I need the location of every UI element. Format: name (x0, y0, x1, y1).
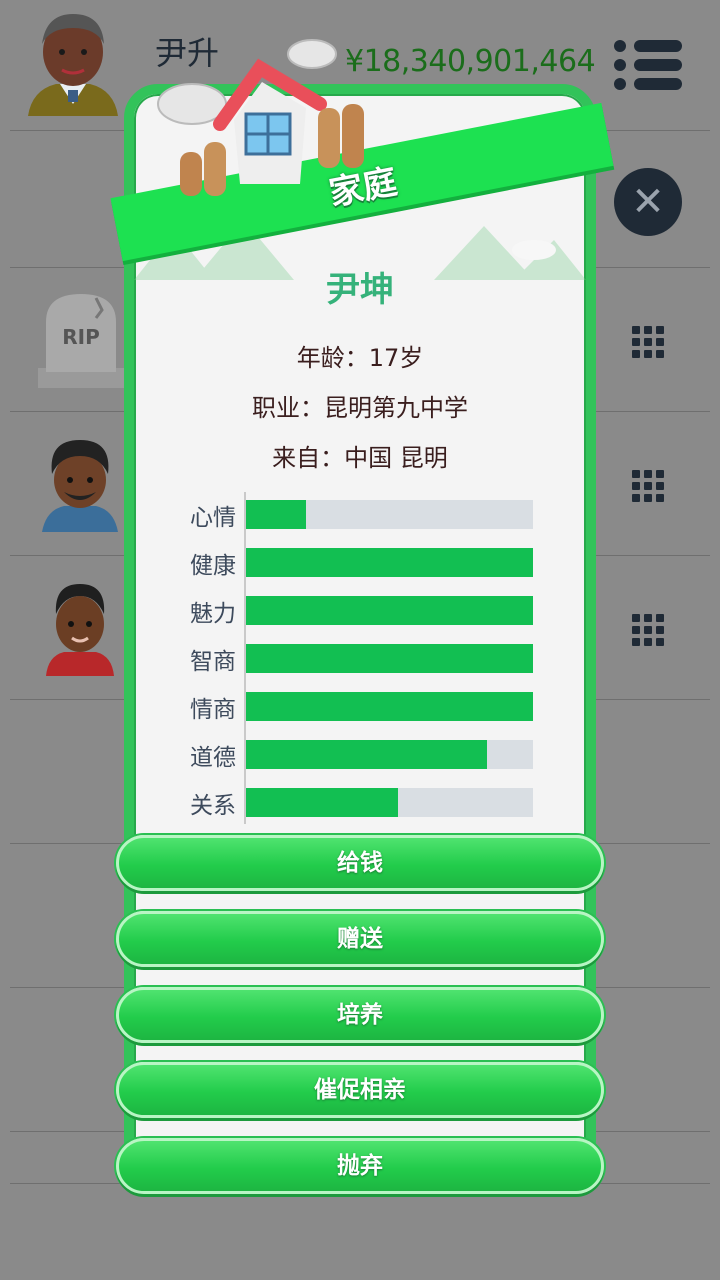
stat-label: 魅力 (190, 601, 236, 627)
stat-fill (246, 740, 488, 769)
gift-button[interactable]: 赠送 (116, 911, 604, 967)
stat-track (246, 692, 533, 721)
job-line: 职业：昆明第九中学 (252, 394, 468, 422)
stat-fill (246, 644, 533, 673)
give-money-button[interactable]: 给钱 (116, 835, 604, 891)
stat-row: 关系 (134, 780, 586, 820)
stat-track (246, 596, 533, 625)
stat-row: 智商 (134, 636, 586, 676)
stats-chart: 心情 健康 魅力 智商 情商 道德 关系 (134, 492, 586, 832)
stat-track (246, 788, 533, 817)
grid-icon[interactable] (630, 612, 666, 648)
stat-row: 魅力 (134, 588, 586, 628)
stat-fill (246, 548, 533, 577)
grid-icon[interactable] (630, 468, 666, 504)
menu-icon[interactable] (612, 38, 684, 92)
stat-fill (246, 692, 533, 721)
stat-row: 健康 (134, 540, 586, 580)
nurture-button[interactable]: 培养 (116, 987, 604, 1043)
stat-label: 道德 (190, 745, 236, 771)
house-icon (157, 39, 364, 196)
stat-track (246, 500, 533, 529)
stat-track (246, 644, 533, 673)
age-line: 年龄：17岁 (296, 344, 424, 372)
stat-track (246, 548, 533, 577)
stat-row: 心情 (134, 492, 586, 532)
stat-fill (246, 500, 307, 529)
stat-label: 情商 (190, 697, 236, 723)
stat-label: 心情 (190, 505, 236, 531)
rip-text: RIP (62, 325, 100, 349)
stat-label: 健康 (190, 553, 236, 579)
close-icon[interactable]: ✕ (614, 168, 682, 236)
stat-label: 智商 (190, 649, 236, 675)
from-line: 来自：中国 昆明 (272, 444, 448, 472)
urge-blind-date-button[interactable]: 催促相亲 (116, 1062, 604, 1118)
grid-icon[interactable] (630, 324, 666, 360)
player-avatar[interactable] (26, 8, 120, 118)
child-avatar[interactable] (40, 434, 120, 534)
abandon-button[interactable]: 抛弃 (116, 1138, 604, 1194)
gravestone-icon[interactable]: RIP (38, 292, 124, 388)
stat-fill (246, 788, 399, 817)
person-name: 尹坤 (326, 270, 394, 310)
stat-row: 道德 (134, 732, 586, 772)
stat-fill (246, 596, 533, 625)
child-avatar[interactable] (44, 578, 116, 678)
stat-track (246, 740, 533, 769)
stat-row: 情商 (134, 684, 586, 724)
stat-label: 关系 (190, 793, 236, 819)
